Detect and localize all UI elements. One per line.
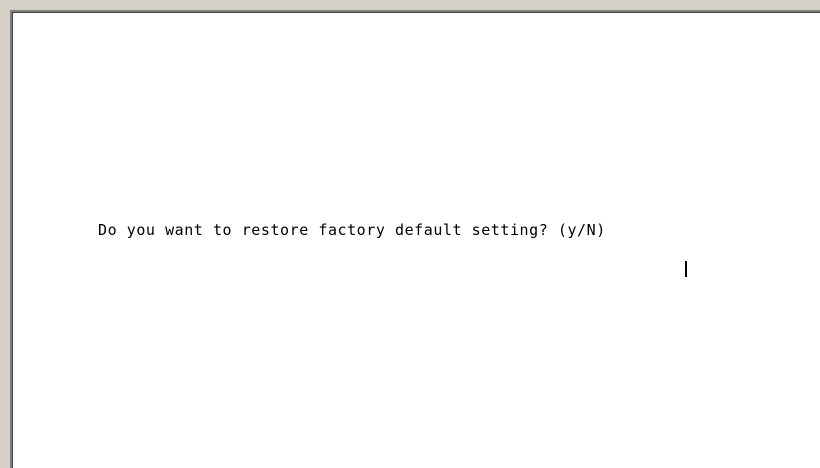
restore-factory-default-prompt: Do you want to restore factory default s…	[98, 221, 606, 239]
terminal-screen[interactable]: Do you want to restore factory default s…	[10, 10, 820, 468]
window-frame: Do you want to restore factory default s…	[0, 0, 820, 468]
text-cursor	[685, 261, 687, 277]
